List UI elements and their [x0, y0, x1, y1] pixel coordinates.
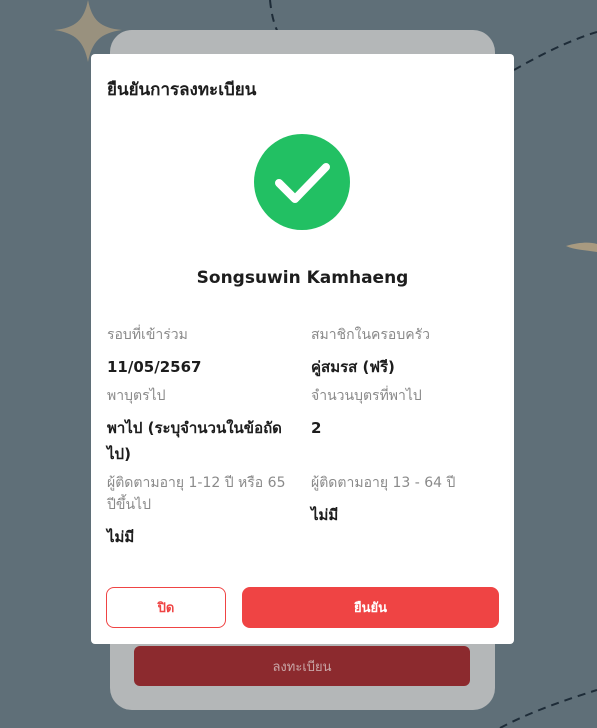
- field-label: พาบุตรไป: [107, 388, 166, 404]
- confirm-button[interactable]: ยืนยัน: [242, 587, 499, 628]
- field-value: พาไป (ระบุจำนวนในข้อถัดไป): [107, 419, 282, 463]
- dialog-title: ยืนยันการลงทะเบียน: [107, 80, 257, 100]
- background-register-button: ลงทะเบียน: [134, 646, 470, 686]
- field-followers-adult: ผู้ติดตามอายุ 13 - 64 ปี ไม่มี: [311, 472, 501, 528]
- field-value: คู่สมรส (ฟรี): [311, 358, 395, 376]
- field-value: ไม่มี: [311, 506, 339, 524]
- field-label: ผู้ติดตามอายุ 13 - 64 ปี: [311, 475, 456, 491]
- field-children-count: จำนวนบุตรที่พาไป 2: [311, 385, 501, 441]
- field-value: 2: [311, 419, 322, 437]
- field-label: ผู้ติดตามอายุ 1-12 ปี หรือ 65 ปีขึ้นไป: [107, 475, 286, 513]
- field-session-date: รอบที่เข้าร่วม 11/05/2567: [107, 324, 297, 380]
- check-circle-icon: [254, 134, 350, 230]
- field-label: จำนวนบุตรที่พาไป: [311, 388, 422, 404]
- field-value: ไม่มี: [107, 528, 135, 546]
- field-value: 11/05/2567: [107, 358, 202, 376]
- field-label: สมาชิกในครอบครัว: [311, 327, 430, 343]
- field-label: รอบที่เข้าร่วม: [107, 327, 188, 343]
- field-followers-young-senior: ผู้ติดตามอายุ 1-12 ปี หรือ 65 ปีขึ้นไป ไ…: [107, 472, 297, 550]
- user-name: Songsuwin Kamhaeng: [196, 268, 409, 288]
- close-button[interactable]: ปิด: [106, 587, 226, 628]
- confirm-registration-dialog: ยืนยันการลงทะเบียน Songsuwin Kamhaeng รอ…: [91, 54, 514, 644]
- field-bring-children: พาบุตรไป พาไป (ระบุจำนวนในข้อถัดไป): [107, 385, 297, 467]
- field-family-member: สมาชิกในครอบครัว คู่สมรส (ฟรี): [311, 324, 501, 380]
